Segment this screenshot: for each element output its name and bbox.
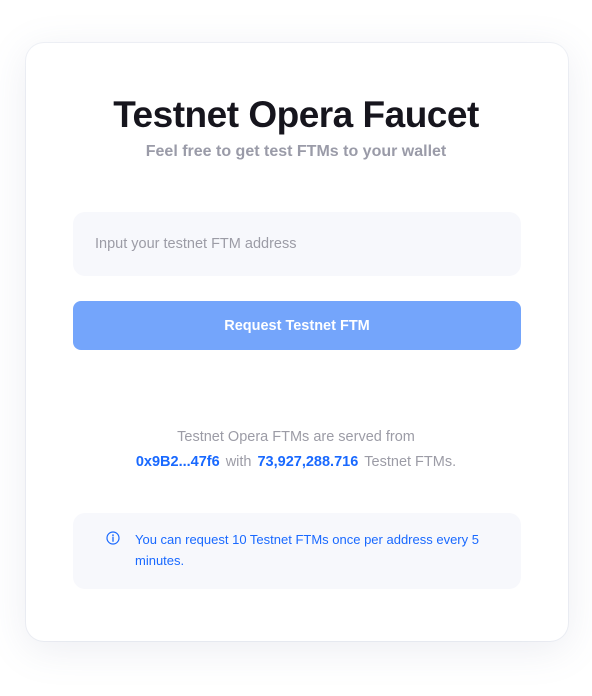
served-from-details: 0x9B2...47f6 with 73,927,288.716 Testnet FT… [0, 452, 592, 472]
request-testnet-ftm-button[interactable]: Request Testnet FTM [73, 301, 521, 350]
with-label: with [225, 454, 252, 470]
notice-text: You can request 10 Testnet FTMs once per… [135, 532, 479, 568]
info-icon [106, 531, 120, 545]
page-title: Testnet Opera Faucet [113, 94, 479, 135]
faucet-balance: 73,927,288.716 [257, 454, 359, 470]
rate-limit-notice: You can request 10 Testnet FTMs once per… [73, 513, 521, 589]
served-from-text: Testnet Opera FTMs are served from [177, 429, 415, 445]
page-subtitle: Feel free to get test FTMs to your walle… [145, 143, 447, 160]
page: Testnet Opera Faucet Feel free to get te… [0, 0, 592, 696]
faucet-address-link[interactable]: 0x9B2...47f6 [136, 454, 220, 470]
address-input[interactable] [73, 212, 521, 276]
balance-unit: Testnet FTMs. [364, 454, 457, 470]
